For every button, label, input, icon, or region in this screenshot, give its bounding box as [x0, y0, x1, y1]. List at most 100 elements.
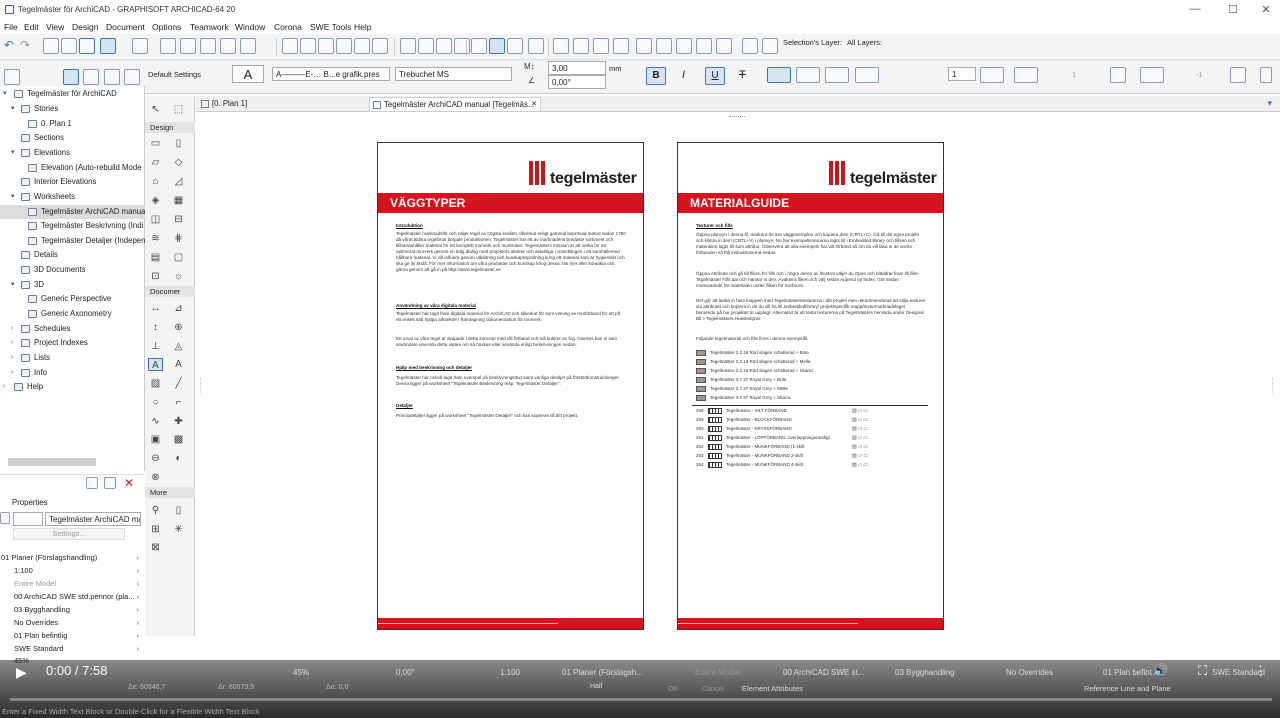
rotate-icon[interactable]: [418, 38, 434, 54]
nav-item[interactable]: Interior Elevations: [0, 175, 145, 189]
curtain-wall-tool-icon[interactable]: ▦: [171, 194, 186, 207]
railing-tool-icon[interactable]: ⋕: [171, 232, 186, 245]
scale-readout[interactable]: 1:100: [500, 668, 520, 677]
zone-tool-icon[interactable]: ▢: [171, 251, 186, 264]
nav-item[interactable]: › Info: [0, 366, 145, 380]
mesh-tool-icon[interactable]: ▤: [148, 251, 163, 264]
settings-button[interactable]: Settings...: [13, 528, 125, 540]
fill-icon[interactable]: [1110, 67, 1126, 83]
nav-item[interactable]: ▾ Stories: [0, 102, 145, 116]
trim-icon[interactable]: [300, 38, 316, 54]
justify-icon[interactable]: [855, 67, 879, 83]
marquee-icon[interactable]: [132, 38, 148, 54]
nav-item[interactable]: ▾ 3D: [0, 278, 145, 292]
offset-icon[interactable]: [372, 38, 388, 54]
view-settings-icon[interactable]: [104, 477, 116, 489]
pen-set-field[interactable]: A———E-… B...e grafik.pres: [272, 67, 390, 81]
frame-icon[interactable]: [1230, 67, 1246, 83]
lamp-tool-icon[interactable]: ☼: [171, 270, 186, 283]
wall-end-tool-icon[interactable]: ⊞: [148, 523, 163, 536]
spline-tool-icon[interactable]: ∿: [148, 415, 163, 428]
property-overrides[interactable]: No Overrides ›: [0, 616, 145, 629]
text-size-input[interactable]: 3,00: [548, 61, 606, 75]
close-window-button[interactable]: ✕: [1258, 3, 1274, 16]
line-tool-icon[interactable]: ╱: [171, 377, 186, 390]
more-icon[interactable]: [1260, 67, 1272, 83]
cube-icon[interactable]: [676, 38, 692, 54]
stair-tool-icon[interactable]: ≋: [148, 232, 163, 245]
paste-icon[interactable]: [124, 69, 140, 85]
align-right-icon[interactable]: [825, 67, 849, 83]
align-center-icon[interactable]: [796, 67, 820, 83]
tab-plan[interactable]: [0. Plan 1]: [198, 97, 368, 111]
phase-readout[interactable]: 03 Bygghandling: [895, 668, 955, 677]
angle-readout[interactable]: 0,00°: [396, 668, 415, 677]
eyedropper-icon[interactable]: [61, 38, 77, 54]
dimension-tool-icon[interactable]: ↔: [148, 302, 163, 315]
maximize-button[interactable]: ☐: [1225, 3, 1241, 16]
label-tool-icon[interactable]: A: [171, 358, 186, 371]
menu-edit[interactable]: Edit: [24, 22, 39, 32]
nav-item[interactable]: › Help: [0, 380, 145, 394]
font-select[interactable]: Trebuchet MS: [395, 67, 512, 81]
nav-item[interactable]: ▾ Tegelmäster för ArchiCAD: [0, 87, 145, 101]
link-icon[interactable]: [742, 38, 758, 54]
right-splitter-handle[interactable]: [1272, 378, 1274, 394]
pen-input[interactable]: 1: [948, 67, 976, 81]
nav-item[interactable]: Tegelmäster Beskrivning (Indi: [0, 219, 145, 233]
hotspot-tool-icon[interactable]: ✚: [171, 415, 186, 428]
circle-tool-icon[interactable]: ○: [148, 396, 163, 409]
object-tool-icon[interactable]: ⊡: [148, 270, 163, 283]
level-dimension-tool-icon[interactable]: ⊿: [171, 302, 186, 315]
beam-tool-icon[interactable]: ▱: [148, 156, 163, 169]
box-icon[interactable]: [636, 38, 652, 54]
top-splitter-handle[interactable]: [729, 116, 745, 118]
play-button[interactable]: ▶: [16, 664, 27, 681]
menu-help[interactable]: Help: [354, 22, 371, 32]
nav-item[interactable]: Elevation (Auto-rebuild Mode: [0, 161, 145, 175]
house-icon[interactable]: [83, 69, 99, 85]
nav-item[interactable]: Generic Perspective: [0, 292, 145, 306]
tab-list-icon[interactable]: ▾: [1267, 98, 1272, 109]
settings-icon[interactable]: [454, 38, 470, 54]
roof-tool-icon[interactable]: ⌂: [148, 175, 163, 188]
slab-tool-icon[interactable]: ◇: [171, 156, 186, 169]
select-arrow-icon[interactable]: [489, 38, 505, 54]
marker-icon[interactable]: [1140, 67, 1164, 83]
menu-teamwork[interactable]: Teamwork: [190, 22, 229, 32]
grid-snap-icon[interactable]: [180, 38, 196, 54]
snap-point-icon[interactable]: [240, 38, 256, 54]
redo-icon[interactable]: ↷: [20, 38, 30, 52]
grid-icon[interactable]: [220, 38, 236, 54]
ok-button[interactable]: OK: [668, 686, 678, 693]
adjust-icon[interactable]: [318, 38, 334, 54]
skylight-tool-icon[interactable]: ◈: [148, 194, 163, 207]
section-tool-icon[interactable]: ⊖: [148, 452, 163, 465]
3d-window-icon[interactable]: [573, 38, 589, 54]
property-phase[interactable]: 03 Bygghandling ›: [0, 603, 145, 616]
snap-guides-icon[interactable]: [200, 38, 216, 54]
text-tool-icon[interactable]: [4, 69, 20, 85]
render-icon[interactable]: [528, 38, 544, 54]
nav-item[interactable]: › Schedules: [0, 322, 145, 336]
menu-view[interactable]: View: [46, 22, 64, 32]
mirror-icon[interactable]: [436, 38, 452, 54]
tab-worksheet[interactable]: Tegelmäster ArchiCAD manual [Tegelmäs...…: [369, 97, 541, 111]
figure-tool-icon[interactable]: ▩: [171, 433, 186, 446]
wall-tool-icon[interactable]: ▭: [148, 137, 163, 150]
section-icon[interactable]: [471, 38, 487, 54]
property-renovation[interactable]: 01 Plan befintlig ›: [0, 629, 145, 642]
nav-item[interactable]: 3D Documents: [0, 263, 145, 277]
close-tab-icon[interactable]: ✕: [531, 98, 537, 111]
level-tool-icon[interactable]: ◬: [171, 340, 186, 353]
nav-item[interactable]: Tegelmäster Detaljer (Indepen: [0, 234, 145, 248]
worksheet-tool-icon[interactable]: ⊗: [148, 471, 163, 484]
scissors-icon[interactable]: [282, 38, 298, 54]
bold-button[interactable]: B: [646, 67, 666, 85]
overrides-readout[interactable]: No Overrides: [1006, 668, 1053, 677]
trace-icon[interactable]: [507, 38, 523, 54]
hand-icon[interactable]: [696, 38, 712, 54]
person-icon[interactable]: [716, 38, 732, 54]
pet-palette-icon[interactable]: [100, 38, 116, 54]
align-left-icon[interactable]: [767, 67, 791, 83]
